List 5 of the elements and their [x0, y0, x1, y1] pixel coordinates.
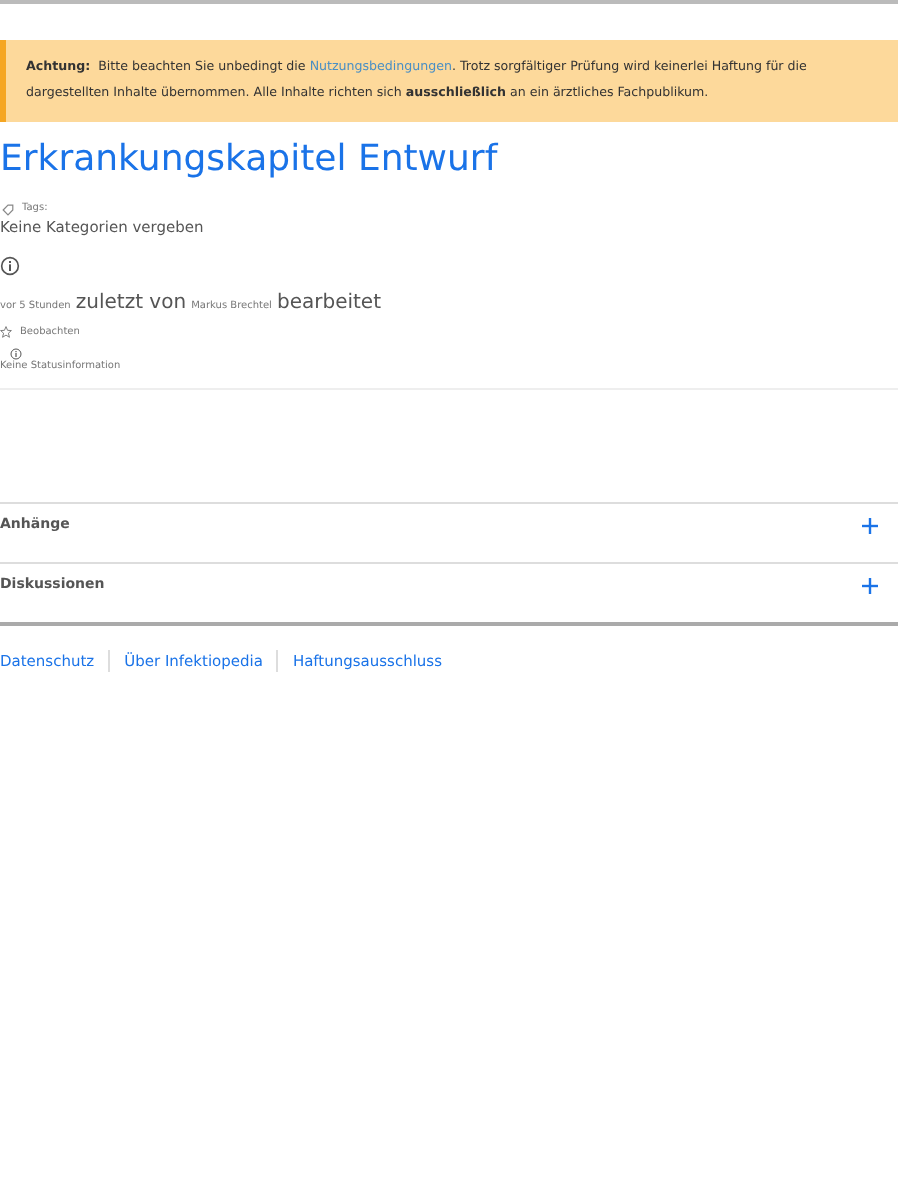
star-icon [0, 326, 12, 339]
page-title: Erkrankungskapitel Entwurf [0, 138, 500, 182]
info-icon [0, 256, 20, 277]
info-icon [10, 348, 22, 361]
tag-icon [2, 203, 14, 216]
